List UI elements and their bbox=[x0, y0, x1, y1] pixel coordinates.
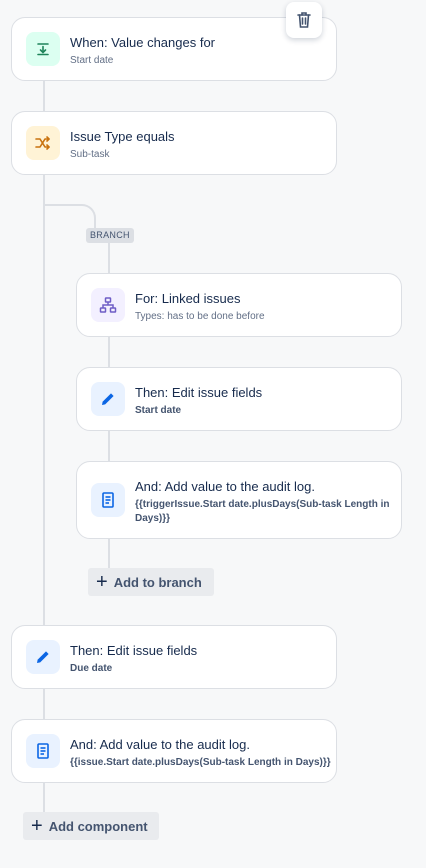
branch-badge: BRANCH bbox=[86, 228, 134, 243]
branch-edit-card[interactable]: Then: Edit issue fields Start date bbox=[76, 367, 402, 431]
condition-subtitle: Sub-task bbox=[70, 149, 110, 160]
connector-line bbox=[108, 242, 110, 274]
branch-audit-subtitle-line2: Days)}} bbox=[135, 513, 171, 524]
condition-title: Issue Type equals bbox=[70, 129, 175, 144]
field-change-icon bbox=[26, 32, 60, 66]
audit-subtitle: {{issue.Start date.plusDays(Sub-task Len… bbox=[70, 757, 331, 768]
pencil-icon bbox=[91, 382, 125, 416]
branch-for-subtitle: Types: has to be done before bbox=[135, 311, 265, 322]
plus-icon: + bbox=[31, 815, 43, 837]
connector-line bbox=[108, 430, 110, 462]
branch-audit-card[interactable]: And: Add value to the audit log. {{trigg… bbox=[76, 461, 402, 539]
connector-line bbox=[43, 782, 45, 812]
branch-for-card[interactable]: For: Linked issues Types: has to be done… bbox=[76, 273, 402, 337]
document-icon bbox=[91, 483, 125, 517]
trash-icon bbox=[297, 12, 311, 28]
edit-card[interactable]: Then: Edit issue fields Due date bbox=[11, 625, 337, 689]
add-component-label: Add component bbox=[48, 818, 148, 834]
pencil-icon bbox=[26, 640, 60, 674]
plus-icon: + bbox=[96, 571, 108, 593]
add-component-button[interactable]: + Add component bbox=[23, 812, 159, 840]
delete-button[interactable] bbox=[286, 2, 322, 38]
branch-edit-title: Then: Edit issue fields bbox=[135, 385, 263, 400]
add-to-branch-button[interactable]: + Add to branch bbox=[88, 568, 214, 596]
condition-card[interactable]: Issue Type equals Sub-task bbox=[11, 111, 337, 175]
edit-subtitle: Due date bbox=[70, 663, 113, 674]
branch-audit-title: And: Add value to the audit log. bbox=[135, 479, 315, 494]
connector-line bbox=[108, 538, 110, 568]
edit-title: Then: Edit issue fields bbox=[70, 643, 198, 658]
branch-for-title: For: Linked issues bbox=[135, 291, 241, 306]
trigger-subtitle: Start date bbox=[70, 55, 114, 66]
audit-title: And: Add value to the audit log. bbox=[70, 737, 250, 752]
trigger-title: When: Value changes for bbox=[70, 35, 216, 50]
audit-card[interactable]: And: Add value to the audit log. {{issue… bbox=[11, 719, 337, 783]
hierarchy-icon bbox=[91, 288, 125, 322]
branch-edit-subtitle: Start date bbox=[135, 405, 182, 416]
connector-line bbox=[43, 80, 45, 112]
document-icon bbox=[26, 734, 60, 768]
connector-line bbox=[43, 688, 45, 720]
add-to-branch-label: Add to branch bbox=[113, 574, 202, 590]
shuffle-icon bbox=[26, 126, 60, 160]
branch-audit-subtitle-line1: {{triggerIssue.Start date.plusDays(Sub-t… bbox=[135, 499, 390, 510]
connector-line bbox=[108, 336, 110, 368]
